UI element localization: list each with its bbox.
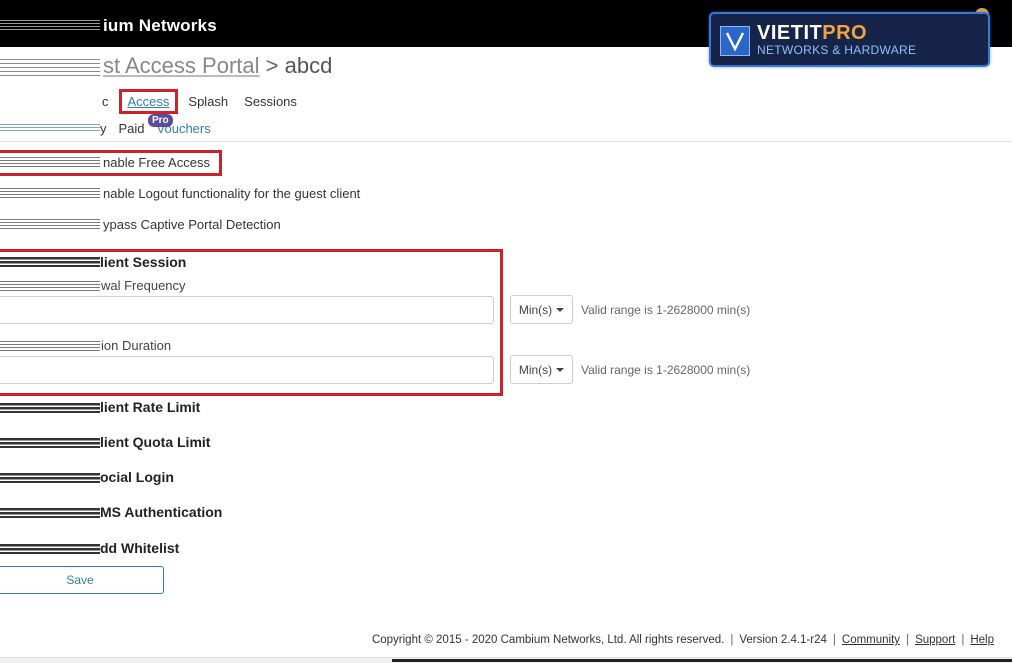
portal-tabs: c Access Splash Sessions bbox=[100, 88, 305, 114]
logo-main-text: VIETITPRO bbox=[757, 22, 867, 45]
chevron-down-icon bbox=[556, 367, 565, 372]
footer-separator: | bbox=[906, 634, 910, 646]
duration-range-hint: Valid range is 1-2628000 min(s) bbox=[581, 363, 751, 377]
footer: Copyright © 2015 - 2020 Cambium Networks… bbox=[372, 634, 994, 646]
bypass-checkbox[interactable] bbox=[0, 219, 100, 229]
tab-configuration[interactable]: c bbox=[100, 94, 119, 109]
footer-community-link[interactable]: Community bbox=[842, 634, 900, 646]
highlight-client-session bbox=[0, 249, 503, 396]
tab-sessions[interactable]: Sessions bbox=[236, 94, 305, 109]
bypass-label: ypass Captive Portal Detection bbox=[103, 217, 281, 232]
vietitpro-logo: VIETITPRO NETWORKS & HARDWARE bbox=[709, 12, 990, 67]
subtab-fragment bbox=[0, 124, 100, 132]
rate-limit-toggle[interactable] bbox=[0, 403, 100, 413]
footer-help-link[interactable]: Help bbox=[970, 634, 994, 646]
tab-divider bbox=[0, 141, 1012, 142]
subtab-free[interactable]: y bbox=[100, 121, 119, 136]
pro-badge: Pro bbox=[148, 114, 173, 127]
client-rate-limit-title[interactable]: lient Rate Limit bbox=[100, 399, 200, 415]
whitelist-toggle[interactable] bbox=[0, 544, 100, 554]
footer-separator: | bbox=[832, 634, 836, 646]
add-whitelist-title[interactable]: dd Whitelist bbox=[100, 540, 179, 556]
chevron-down-icon bbox=[556, 307, 565, 312]
highlight-free-access bbox=[0, 150, 222, 176]
client-quota-limit-title[interactable]: lient Quota Limit bbox=[100, 434, 210, 450]
footer-support-link[interactable]: Support bbox=[915, 634, 955, 646]
sms-auth-toggle[interactable] bbox=[0, 508, 100, 518]
logo-accent-word: PRO bbox=[822, 22, 868, 44]
logout-checkbox[interactable] bbox=[0, 188, 100, 198]
logout-label: nable Logout functionality for the guest… bbox=[103, 186, 361, 201]
v-logo-icon bbox=[720, 26, 750, 56]
quota-limit-toggle[interactable] bbox=[0, 438, 100, 448]
footer-copyright: Copyright © 2015 - 2020 Cambium Networks… bbox=[371, 634, 725, 646]
brand-logo-fragment bbox=[0, 20, 100, 32]
logo-main-word: VIETIT bbox=[757, 22, 823, 44]
sms-authentication-title[interactable]: MS Authentication bbox=[100, 504, 222, 520]
renewal-range-hint: Valid range is 1-2628000 min(s) bbox=[581, 303, 751, 317]
breadcrumb-separator: > bbox=[265, 53, 279, 78]
footer-separator: | bbox=[730, 634, 734, 646]
renewal-unit-value: Min(s) bbox=[518, 302, 553, 317]
breadcrumb-guest-access-portal[interactable]: st Access Portal bbox=[103, 53, 260, 78]
footer-version: Version 2.4.1-r24 bbox=[739, 634, 827, 646]
tab-splash[interactable]: Splash bbox=[180, 94, 236, 109]
duration-unit-select[interactable]: Min(s) bbox=[510, 355, 573, 384]
title-fragment bbox=[0, 59, 100, 77]
footer-separator: | bbox=[961, 634, 965, 646]
tab-access[interactable]: Access bbox=[118, 88, 179, 114]
page-title: st Access Portal > abcd bbox=[103, 53, 332, 79]
portal-name: abcd bbox=[284, 53, 333, 78]
duration-unit-value: Min(s) bbox=[518, 362, 553, 377]
logo-subtitle: NETWORKS & HARDWARE bbox=[757, 43, 917, 57]
social-login-toggle[interactable] bbox=[0, 473, 100, 483]
brand-name: ium Networks bbox=[103, 16, 217, 35]
social-login-title[interactable]: ocial Login bbox=[100, 469, 174, 485]
renewal-unit-select[interactable]: Min(s) bbox=[510, 295, 573, 324]
save-button[interactable]: Save bbox=[0, 566, 164, 594]
